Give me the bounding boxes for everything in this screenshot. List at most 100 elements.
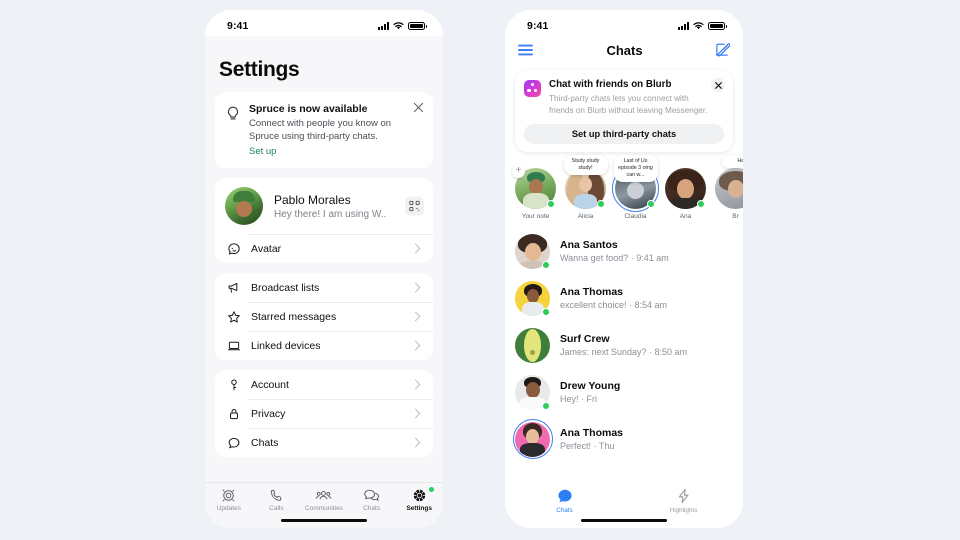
note-item-ana[interactable]: Ana <box>665 167 706 220</box>
settings-row-label: Starred messages <box>251 310 337 323</box>
chevron-right-icon <box>410 243 421 254</box>
profile-card: Pablo Morales Hey there! I am using W.. <box>215 178 433 264</box>
close-icon[interactable] <box>711 78 725 92</box>
chevron-right-icon <box>410 408 421 419</box>
settings-row-chats[interactable]: Chats <box>215 428 433 457</box>
spruce-promo-card[interactable]: Spruce is now available Connect with peo… <box>215 92 433 169</box>
note-name: Ana <box>679 212 692 220</box>
chat-avatar-wrap <box>512 419 553 460</box>
lightbulb-icon <box>224 103 246 157</box>
note-item-alicia[interactable]: Study study study! Alicia <box>563 154 608 220</box>
blurb-description: Third-party chats lets you connect with … <box>549 94 708 115</box>
setup-third-party-chats-button[interactable]: Set up third-party chats <box>524 123 724 144</box>
settings-group-account: Account Privacy Chats <box>215 370 433 458</box>
chat-list-item[interactable]: Drew Young Hey! · Fri <box>505 369 743 416</box>
messenger-chats-phone: 9:41 Chats Chat with friends on Blurb Th… <box>505 10 743 528</box>
settings-row-label: Account <box>251 378 289 391</box>
tab-settings[interactable]: Settings <box>395 487 443 512</box>
note-bubble: Study study study! <box>563 154 608 176</box>
blurb-text: Chat with friends on Blurb Third-party c… <box>541 79 724 117</box>
close-icon[interactable] <box>413 102 424 113</box>
note-name: Alicia <box>577 212 594 220</box>
home-indicator <box>581 518 667 522</box>
page-title: Settings <box>219 58 300 81</box>
hamburger-menu-icon[interactable] <box>518 44 533 56</box>
status-bar-time: 9:41 <box>227 20 249 32</box>
chevron-right-icon <box>410 379 421 390</box>
avatar-emoji-icon <box>225 242 242 256</box>
key-icon <box>225 378 242 392</box>
tab-chats[interactable]: Chats <box>505 488 624 514</box>
blurb-banner-content: Chat with friends on Blurb Third-party c… <box>524 79 724 117</box>
signal-bars-icon <box>678 22 689 30</box>
chat-name: Ana Santos <box>560 239 618 252</box>
status-bar: 9:41 <box>205 10 443 36</box>
online-indicator <box>547 199 555 208</box>
tab-chats[interactable]: Chats <box>348 488 396 512</box>
wifi-icon <box>393 22 404 30</box>
note-avatar-wrap <box>665 167 706 209</box>
chevron-right-icon <box>410 282 421 293</box>
signal-bars-icon <box>378 22 389 30</box>
chat-preview: Perfect! · Thu <box>560 441 615 452</box>
settings-group-tools: Broadcast lists Starred messages Linked … <box>215 273 433 361</box>
tab-communities[interactable]: Communities <box>300 488 348 512</box>
profile-row[interactable]: Pablo Morales Hey there! I am using W.. <box>215 178 433 234</box>
compose-icon[interactable] <box>716 43 730 57</box>
note-name: Br <box>732 212 739 220</box>
tab-updates[interactable]: Updates <box>205 488 253 512</box>
home-indicator <box>281 518 367 522</box>
note-item-your-note[interactable]: + Your note <box>512 164 556 220</box>
chat-preview: James: next Sunday? · 8:50 am <box>560 347 688 358</box>
tab-label: Chats <box>363 505 381 512</box>
note-bubble: Last of Us episode 3 omg can w... <box>613 154 658 183</box>
settings-row-avatar[interactable]: Avatar <box>215 234 433 263</box>
profile-status: Hey there! I am using W.. <box>274 208 387 220</box>
status-bar-indicators <box>678 21 727 31</box>
chat-preview: Wanna get food? · 9:41 am <box>560 253 669 264</box>
chat-name: Drew Young <box>560 380 621 393</box>
note-name: Your note <box>521 212 550 220</box>
chat-list-item[interactable]: Ana Santos Wanna get food? · 9:41 am <box>505 228 743 275</box>
promo-setup-link[interactable]: Set up <box>249 146 409 157</box>
communities-icon <box>316 491 332 500</box>
settings-row-label: Linked devices <box>251 339 321 352</box>
settings-row-label: Privacy <box>251 407 286 420</box>
chat-list-item[interactable]: Surf Crew James: next Sunday? · 8:50 am <box>505 322 743 369</box>
settings-row-privacy[interactable]: Privacy <box>215 399 433 428</box>
note-item-br[interactable]: Hang Br <box>715 154 743 220</box>
phone-icon <box>270 489 282 501</box>
battery-full-icon <box>408 21 427 31</box>
settings-row-linked-devices[interactable]: Linked devices <box>215 331 433 360</box>
note-item-claudia[interactable]: Last of Us episode 3 omg can w... Claudi… <box>612 154 659 220</box>
chat-list-item[interactable]: Ana Thomas excellent choice! · 8:54 am <box>505 275 743 322</box>
blurb-title: Chat with friends on Blurb <box>549 79 672 90</box>
promo-title: Spruce is now available <box>249 103 368 115</box>
chat-preview: excellent choice! · 8:54 am <box>560 300 668 311</box>
promo-description: Connect with people you know on Spruce u… <box>249 118 392 142</box>
notes-row[interactable]: + Your note Study study study! Alicia La… <box>505 152 743 225</box>
settings-row-starred-messages[interactable]: Starred messages <box>215 302 433 331</box>
chat-text: Ana Thomas excellent choice! · 8:54 am <box>550 286 733 310</box>
chat-text: Ana Santos Wanna get food? · 9:41 am <box>550 239 733 263</box>
avatar <box>715 167 743 209</box>
note-name: Claudia <box>624 212 647 220</box>
promo-text: Spruce is now available Connect with peo… <box>246 103 423 157</box>
tab-highlights[interactable]: Highlights <box>624 488 743 514</box>
settings-row-account[interactable]: Account <box>215 370 433 399</box>
profile-text: Pablo Morales Hey there! I am using W.. <box>263 193 423 220</box>
note-avatar-wrap: + <box>512 164 556 209</box>
chat-list-item[interactable]: Ana Thomas Perfect! · Thu <box>505 416 743 463</box>
chat-avatar-wrap <box>515 374 550 410</box>
battery-full-icon <box>708 21 727 31</box>
chat-list: Ana Santos Wanna get food? · 9:41 am Ana… <box>505 225 743 463</box>
chat-avatar-wrap <box>515 280 550 316</box>
add-note-icon[interactable]: + <box>512 164 525 178</box>
tab-label: Updates <box>216 505 241 512</box>
qr-code-icon[interactable] <box>405 196 424 216</box>
chat-name: Ana Thomas <box>560 286 624 299</box>
settings-row-broadcast-lists[interactable]: Broadcast lists <box>215 273 433 302</box>
settings-scroll-area[interactable]: Settings Spruce is now available Connect… <box>205 36 443 482</box>
tab-calls[interactable]: Calls <box>253 488 301 512</box>
avatar <box>515 327 550 363</box>
